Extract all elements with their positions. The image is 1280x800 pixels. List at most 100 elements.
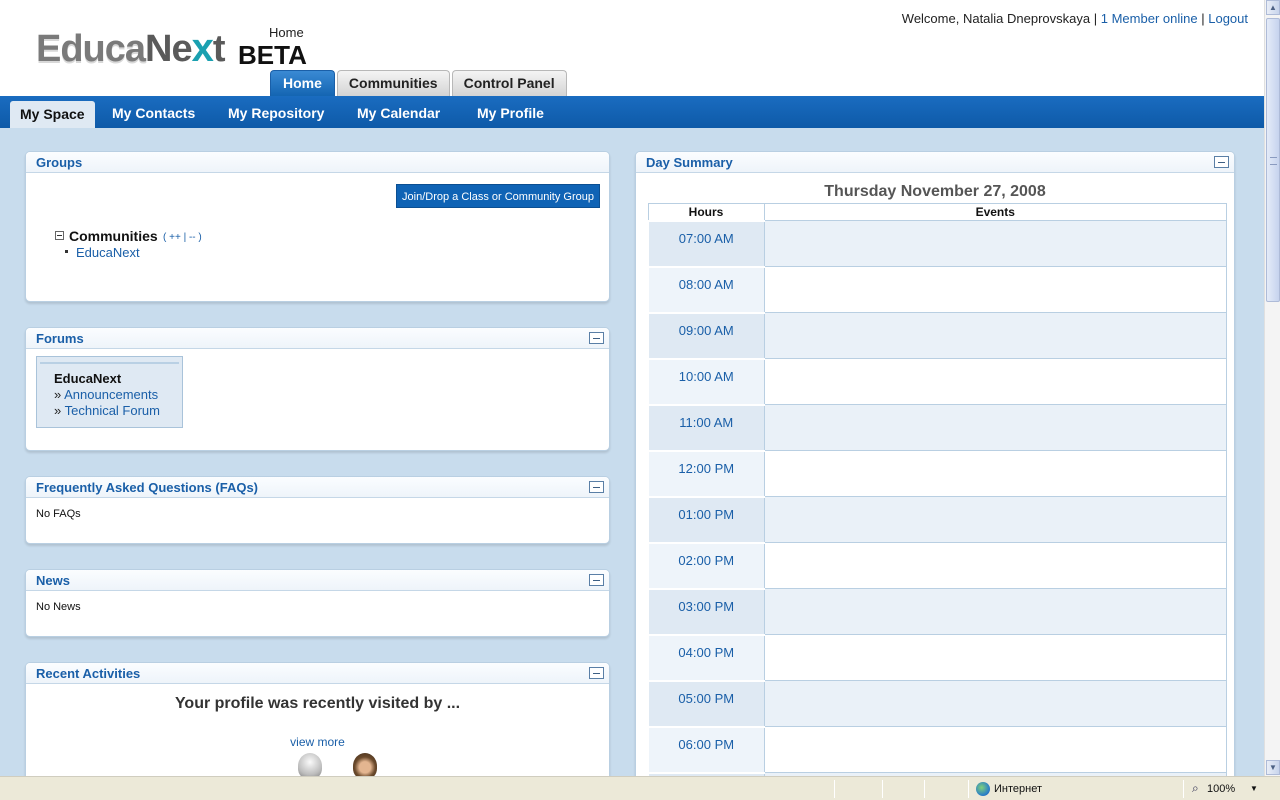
no-news-text: No News <box>36 601 81 613</box>
faqs-portlet: Frequently Asked Questions (FAQs) No FAQ… <box>25 476 610 544</box>
event-slot[interactable] <box>763 266 1227 313</box>
tree-minus-icon[interactable] <box>55 231 64 240</box>
minus-box-icon[interactable] <box>1214 156 1229 168</box>
hour-label[interactable]: 09:00 AM <box>647 311 765 360</box>
event-slot[interactable] <box>763 680 1227 727</box>
hour-label[interactable]: 08:00 AM <box>647 265 765 314</box>
hour-label[interactable]: 11:00 AM <box>647 403 765 452</box>
hour-label[interactable]: 07:00 AM <box>647 219 765 268</box>
globe-icon <box>976 782 990 796</box>
members-online-link[interactable]: 1 Member online <box>1101 11 1198 26</box>
table-row: 05:00 PM <box>647 679 1227 728</box>
subtab-my-space[interactable]: My Space <box>10 101 95 128</box>
hour-label[interactable]: 04:00 PM <box>647 633 765 682</box>
table-row: 07:00 AM <box>647 219 1227 268</box>
minus-box-icon[interactable] <box>589 574 604 586</box>
portlet-header: Day Summary <box>636 152 1234 173</box>
table-row: 04:00 PM <box>647 633 1227 682</box>
portlet-title: Day Summary <box>646 155 733 170</box>
chevron-down-icon[interactable]: ▼ <box>1250 784 1258 793</box>
table-row: 12:00 PM <box>647 449 1227 498</box>
announcements-link[interactable]: Announcements <box>64 387 158 402</box>
hour-label[interactable]: 05:00 PM <box>647 679 765 728</box>
avatar[interactable] <box>353 753 377 776</box>
event-slot[interactable] <box>763 450 1227 497</box>
event-slot[interactable] <box>763 726 1227 773</box>
forum-box: EducaNext » Announcements » Technical Fo… <box>36 356 183 428</box>
table-row: 11:00 AM <box>647 403 1227 452</box>
news-portlet: News No News <box>25 569 610 637</box>
hour-label[interactable]: 10:00 AM <box>647 357 765 406</box>
browser-status-bar: Интернет ⌕ 100% ▼ <box>0 776 1280 800</box>
event-slot[interactable] <box>763 220 1227 267</box>
subtab-my-calendar[interactable]: My Calendar <box>357 105 440 121</box>
sub-navigation: My Space My Contacts My Repository My Ca… <box>0 96 1264 128</box>
event-slot[interactable] <box>763 404 1227 451</box>
forum-name: EducaNext <box>54 371 122 386</box>
view-more-link[interactable]: view more <box>290 735 345 749</box>
event-slot[interactable] <box>763 588 1227 635</box>
logout-link[interactable]: Logout <box>1208 11 1248 26</box>
communities-expand-collapse-links[interactable]: ( ++ | -- ) <box>163 232 202 243</box>
recent-activities-portlet: Recent Activities Your profile was recen… <box>25 662 610 776</box>
zoom-level[interactable]: 100% <box>1207 783 1235 795</box>
page-header: EducaNext BETA Home Welcome, Natalia Dne… <box>0 0 1264 96</box>
community-link-educanext[interactable]: EducaNext <box>76 245 140 260</box>
event-slot[interactable] <box>763 634 1227 681</box>
main-content: Groups Join/Drop a Class or Community Gr… <box>0 128 1264 776</box>
technical-forum-link[interactable]: Technical Forum <box>65 403 160 418</box>
subtab-my-profile[interactable]: My Profile <box>477 105 544 121</box>
groups-portlet: Groups Join/Drop a Class or Community Gr… <box>25 151 610 302</box>
portlet-title: News <box>36 573 70 588</box>
forum-link-row: » Technical Forum <box>54 403 160 418</box>
minus-box-icon[interactable] <box>589 667 604 679</box>
beta-label: BETA <box>238 40 307 70</box>
forum-link-row: » Announcements <box>54 387 159 402</box>
view-more-wrapper: view more <box>26 735 609 749</box>
event-slot[interactable] <box>763 358 1227 405</box>
main-tabs: Home Communities Control Panel <box>270 70 567 96</box>
portlet-title: Frequently Asked Questions (FAQs) <box>36 480 259 495</box>
magnifier-icon[interactable]: ⌕ <box>1192 781 1199 796</box>
educanext-logo[interactable]: EducaNext BETA <box>36 26 307 76</box>
no-faqs-text: No FAQs <box>36 508 81 520</box>
tab-communities[interactable]: Communities <box>336 70 450 96</box>
day-summary-portlet: Day Summary Thursday November 27, 2008 H… <box>635 151 1235 776</box>
hour-label[interactable]: 12:00 PM <box>647 449 765 498</box>
welcome-text: Welcome, Natalia Dneprovskaya <box>901 11 1091 26</box>
bullet-icon <box>65 250 68 253</box>
portlet-header: Groups <box>26 152 609 173</box>
portlet-header: Recent Activities <box>26 663 609 684</box>
portlet-header: Forums <box>26 328 609 349</box>
scroll-up-arrow-icon[interactable]: ▲ <box>1266 0 1280 15</box>
join-drop-group-button[interactable]: Join/Drop a Class or Community Group <box>396 184 600 208</box>
tab-home[interactable]: Home <box>270 70 335 96</box>
minus-box-icon[interactable] <box>589 332 604 344</box>
portlet-title: Recent Activities <box>36 666 141 681</box>
portlet-header: News <box>26 570 609 591</box>
event-slot[interactable] <box>763 542 1227 589</box>
hour-label[interactable]: 02:00 PM <box>647 541 765 590</box>
tab-control-panel[interactable]: Control Panel <box>451 70 567 96</box>
table-row: 10:00 AM <box>647 357 1227 406</box>
table-row: 09:00 AM <box>647 311 1227 360</box>
subtab-my-contacts[interactable]: My Contacts <box>112 105 195 121</box>
table-row: 01:00 PM <box>647 495 1227 544</box>
scroll-down-arrow-icon[interactable]: ▼ <box>1266 760 1280 775</box>
table-row: 06:00 PM <box>647 725 1227 774</box>
table-row: 03:00 PM <box>647 587 1227 636</box>
portlet-header: Frequently Asked Questions (FAQs) <box>26 477 609 498</box>
vertical-scrollbar[interactable]: ▲ ▼ <box>1264 0 1280 776</box>
event-slot[interactable] <box>763 496 1227 543</box>
hour-label[interactable]: 01:00 PM <box>647 495 765 544</box>
hour-label[interactable]: 06:00 PM <box>647 725 765 774</box>
day-date: Thursday November 27, 2008 <box>824 183 1046 200</box>
hour-label[interactable]: 03:00 PM <box>647 587 765 636</box>
scrollbar-thumb[interactable] <box>1266 18 1280 302</box>
avatar[interactable] <box>298 753 322 776</box>
event-slot[interactable] <box>763 312 1227 359</box>
portlet-title: Forums <box>36 331 84 346</box>
subtab-my-repository[interactable]: My Repository <box>228 105 324 121</box>
minus-box-icon[interactable] <box>589 481 604 493</box>
breadcrumb: Home <box>269 25 304 40</box>
